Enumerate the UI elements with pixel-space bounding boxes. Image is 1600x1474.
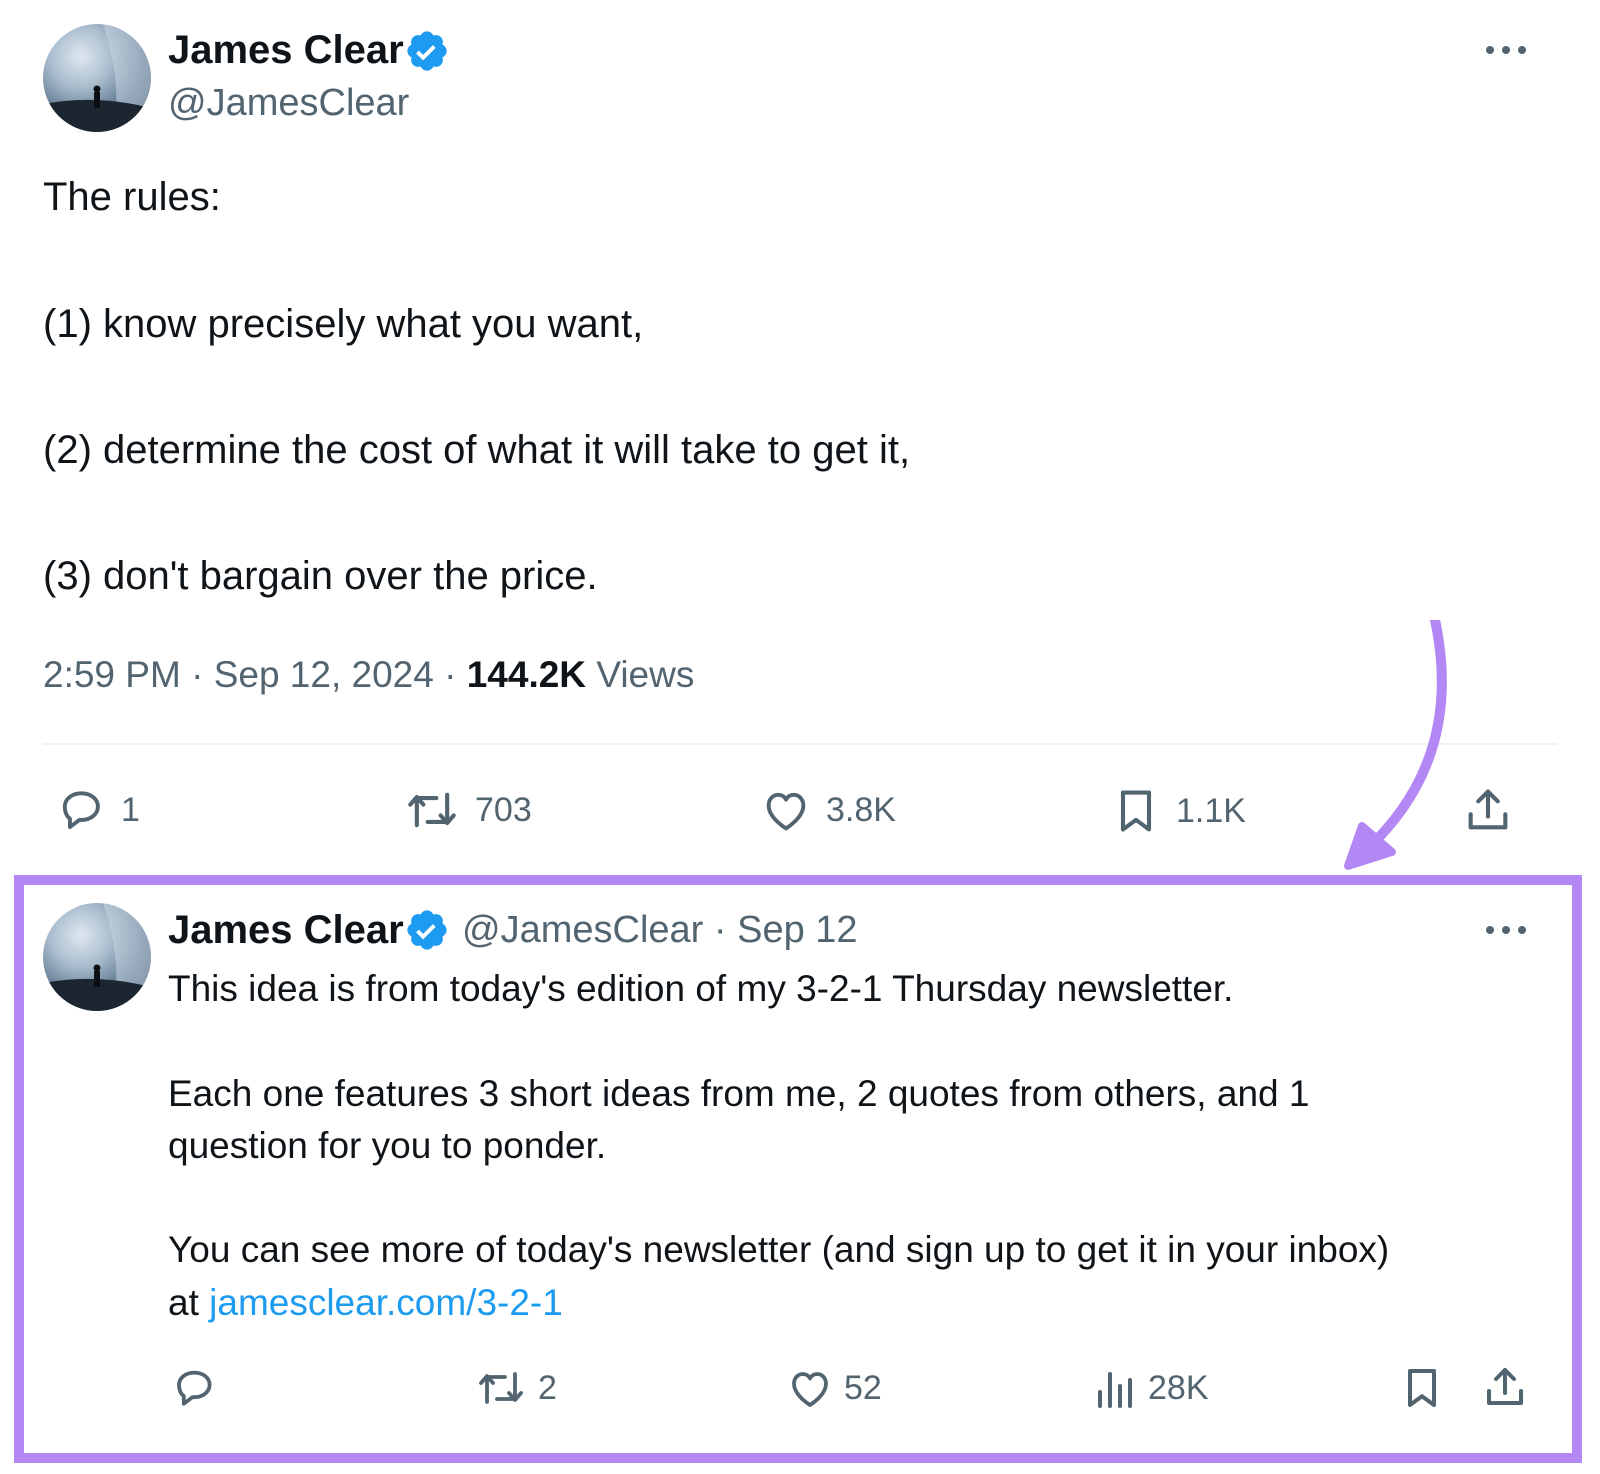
author-handle[interactable]: @JamesClear (168, 82, 409, 125)
tweet-meta: 2:59 PM · Sep 12, 2024 · 144.2K Views (43, 654, 694, 696)
like-icon (766, 792, 806, 831)
repost-icon (408, 792, 456, 828)
avatar[interactable] (43, 24, 151, 132)
repost-count: 703 (475, 790, 532, 829)
like-count: 52 (844, 1368, 882, 1407)
reply-paragraph: question for you to ponder. (168, 1125, 607, 1166)
share-icon (1487, 1368, 1523, 1405)
views-icon (1098, 1372, 1132, 1408)
share-button[interactable] (1481, 1362, 1529, 1412)
repost-button[interactable]: 703 (403, 784, 532, 836)
reply-header-meta: @JamesClear · Sep 12 (462, 909, 858, 952)
repost-button[interactable]: 2 (474, 1364, 557, 1412)
like-button[interactable]: 52 (786, 1364, 882, 1412)
reply-paragraph: You can see more of today's newsletter (… (168, 1229, 1390, 1270)
verified-badge-icon (407, 31, 447, 71)
bookmark-icon (1120, 790, 1152, 832)
tweet-line: The rules: (43, 175, 221, 219)
tweet-date[interactable]: Sep 12, 2024 (214, 654, 434, 695)
meta-separator: · (191, 654, 204, 695)
author-handle[interactable]: @JamesClear (462, 909, 703, 951)
meta-separator: · (444, 654, 457, 695)
reply-button[interactable]: 1 (55, 784, 140, 836)
more-icon[interactable] (1484, 920, 1528, 940)
views-button[interactable]: 28K (1094, 1364, 1209, 1412)
tweet-date[interactable]: Sep 12 (737, 909, 857, 951)
tweet-time[interactable]: 2:59 PM (43, 654, 181, 695)
newsletter-link[interactable]: jamesclear.com/3-2-1 (209, 1282, 563, 1323)
views-count: 28K (1148, 1368, 1209, 1407)
reply-icon (177, 1370, 212, 1406)
meta-separator: · (713, 909, 727, 951)
bookmark-button[interactable] (1398, 1363, 1446, 1413)
bookmark-button[interactable]: 1.1K (1110, 784, 1246, 838)
reply-icon (62, 791, 100, 830)
reply-count: 1 (121, 790, 140, 829)
link-prefix: at (168, 1282, 199, 1323)
reply-paragraph: Each one features 3 short ideas from me,… (168, 1073, 1310, 1114)
tweet-line: (3) don't bargain over the price. (43, 554, 598, 598)
verified-badge-icon (407, 910, 447, 950)
reply-button[interactable] (170, 1364, 218, 1412)
like-icon (792, 1372, 828, 1407)
arrow-icon (1344, 620, 1447, 870)
author-name[interactable]: James Clear (168, 28, 404, 73)
tweet-line: (1) know precisely what you want, (43, 302, 644, 346)
avatar[interactable] (43, 903, 151, 1011)
repost-icon (479, 1372, 523, 1404)
reply-paragraph: at jamesclear.com/3-2-1 (168, 1276, 563, 1330)
bookmark-icon (1408, 1369, 1436, 1407)
more-icon[interactable] (1484, 40, 1528, 60)
views-count: 144.2K (466, 654, 587, 695)
tweet-line: (2) determine the cost of what it will t… (43, 428, 911, 472)
reply-paragraph: This idea is from today's edition of my … (168, 968, 1234, 1009)
divider (43, 743, 1557, 745)
like-button[interactable]: 3.8K (760, 784, 896, 836)
views-label: Views (596, 654, 695, 695)
bookmark-count: 1.1K (1176, 791, 1246, 830)
author-name[interactable]: James Clear (168, 908, 404, 953)
like-count: 3.8K (826, 790, 896, 829)
repost-count: 2 (538, 1368, 557, 1407)
